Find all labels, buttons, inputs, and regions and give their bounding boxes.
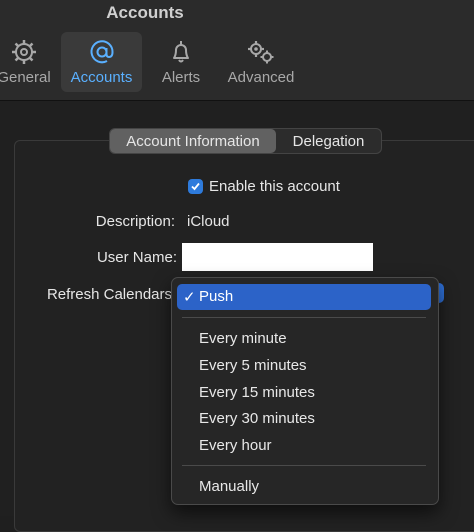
menu-separator: [182, 465, 426, 466]
menu-item-every-5-minutes[interactable]: Every 5 minutes: [199, 357, 307, 374]
tab-advanced[interactable]: Advanced: [222, 32, 300, 92]
at-sign-icon: [90, 40, 114, 64]
description-label: Description:: [95, 213, 175, 230]
menu-item-every-hour[interactable]: Every hour: [199, 437, 272, 454]
window-toolbar: Accounts General Accounts Alerts Advance…: [0, 0, 474, 101]
segmented-control: Account Information Delegation: [109, 128, 382, 154]
description-value: iCloud: [187, 213, 230, 230]
menu-item-every-minute[interactable]: Every minute: [199, 330, 287, 347]
gears-icon: [248, 41, 274, 64]
username-field[interactable]: [182, 243, 373, 271]
menu-item-push-label: Push: [199, 288, 234, 305]
tab-delegation[interactable]: Delegation: [276, 129, 381, 153]
bell-icon: [173, 41, 189, 63]
checkmark-icon: [191, 182, 200, 191]
tab-general[interactable]: General: [0, 32, 52, 92]
menu-separator: [182, 317, 426, 318]
tab-advanced-label: Advanced: [227, 69, 295, 86]
tab-accounts[interactable]: Accounts: [61, 32, 142, 92]
enable-account-checkbox[interactable]: [188, 179, 203, 194]
tab-alerts-label: Alerts: [161, 69, 201, 86]
refresh-dropdown-menu: ✓ Push Every minute Every 5 minutes Ever…: [171, 277, 439, 505]
enable-account-row: Enable this account: [188, 178, 340, 195]
tab-alerts[interactable]: Alerts: [152, 32, 210, 92]
menu-item-every-30-minutes[interactable]: Every 30 minutes: [199, 410, 315, 427]
checkmark-icon: ✓: [183, 289, 196, 306]
menu-item-push[interactable]: ✓ Push: [177, 284, 431, 310]
enable-account-label: Enable this account: [209, 178, 340, 195]
tab-account-information[interactable]: Account Information: [110, 129, 276, 153]
menu-item-manually[interactable]: Manually: [199, 478, 259, 495]
username-label: User Name:: [96, 249, 177, 266]
window-title: Accounts: [106, 3, 184, 22]
gear-icon: [12, 40, 36, 64]
refresh-calendars-label: Refresh Calendars: [46, 286, 172, 303]
tab-accounts-label: Accounts: [70, 69, 133, 86]
menu-item-every-15-minutes[interactable]: Every 15 minutes: [199, 384, 315, 401]
tab-general-label: General: [0, 69, 51, 86]
